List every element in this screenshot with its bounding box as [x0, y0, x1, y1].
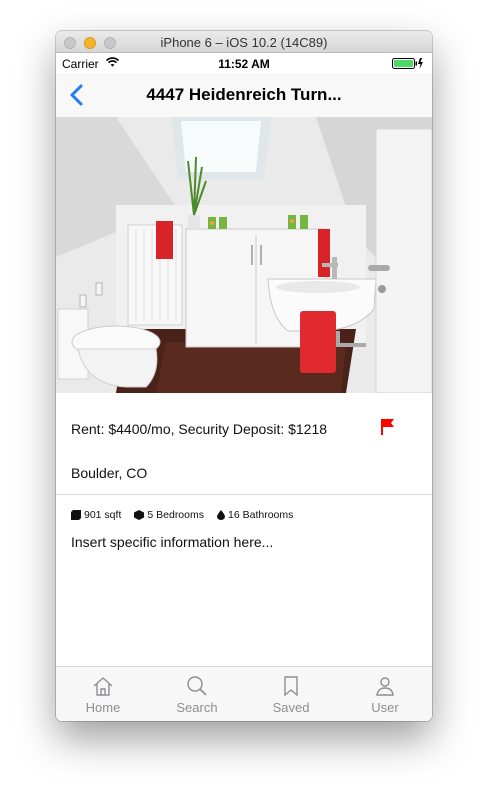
- user-icon: [376, 677, 394, 696]
- cube-icon: [71, 510, 81, 520]
- listing-description: Insert specific information here...: [71, 534, 274, 550]
- home-icon: [93, 677, 113, 696]
- tab-bar: Home Search Saved User: [56, 666, 432, 721]
- feature-sqft: 901 sqft: [71, 509, 121, 521]
- bookmark-icon: [284, 676, 298, 697]
- battery-icon: [392, 58, 423, 69]
- tab-label: Saved: [272, 700, 310, 715]
- tab-label: Search: [176, 700, 218, 715]
- bathroom-photo: [56, 117, 432, 393]
- droplet-icon: [217, 510, 225, 520]
- listing-photo: [56, 117, 432, 393]
- tab-saved[interactable]: Saved: [244, 667, 338, 721]
- navigation-bar: 4447 Heidenreich Turn...: [56, 73, 432, 117]
- listing-title: 4447 Heidenreich Turn...: [146, 85, 342, 104]
- listing-location: Boulder, CO: [71, 465, 148, 481]
- divider: [56, 494, 432, 495]
- feature-list: 901 sqft 5 Bedrooms 16 Bathrooms: [71, 508, 306, 522]
- feature-bedrooms: 5 Bedrooms: [134, 509, 204, 521]
- status-bar: Carrier 11:52 AM: [56, 53, 432, 73]
- simulator-title-bar: iPhone 6 – iOS 10.2 (14C89): [56, 31, 432, 53]
- tab-label: Home: [85, 700, 121, 715]
- rent-and-deposit: Rent: $4400/mo, Security Deposit: $1218: [71, 421, 328, 437]
- search-icon: [187, 676, 207, 696]
- feature-bathrooms: 16 Bathrooms: [217, 509, 293, 521]
- box-icon: [134, 510, 145, 520]
- tab-user[interactable]: User: [338, 667, 432, 721]
- feature-text: 16 Bathrooms: [228, 509, 294, 521]
- status-time: 11:52 AM: [218, 57, 270, 71]
- simulator-window: iPhone 6 – iOS 10.2 (14C89) Carrier 11:5…: [56, 31, 432, 721]
- tab-home[interactable]: Home: [56, 667, 150, 721]
- tab-label: User: [371, 700, 399, 715]
- feature-text: 901 sqft: [84, 509, 122, 521]
- flag-icon[interactable]: [380, 418, 396, 436]
- tab-search[interactable]: Search: [150, 667, 244, 721]
- feature-text: 5 Bedrooms: [147, 509, 204, 521]
- simulator-title: iPhone 6 – iOS 10.2 (14C89): [160, 35, 328, 50]
- back-button-chevron-left-icon[interactable]: [64, 81, 92, 109]
